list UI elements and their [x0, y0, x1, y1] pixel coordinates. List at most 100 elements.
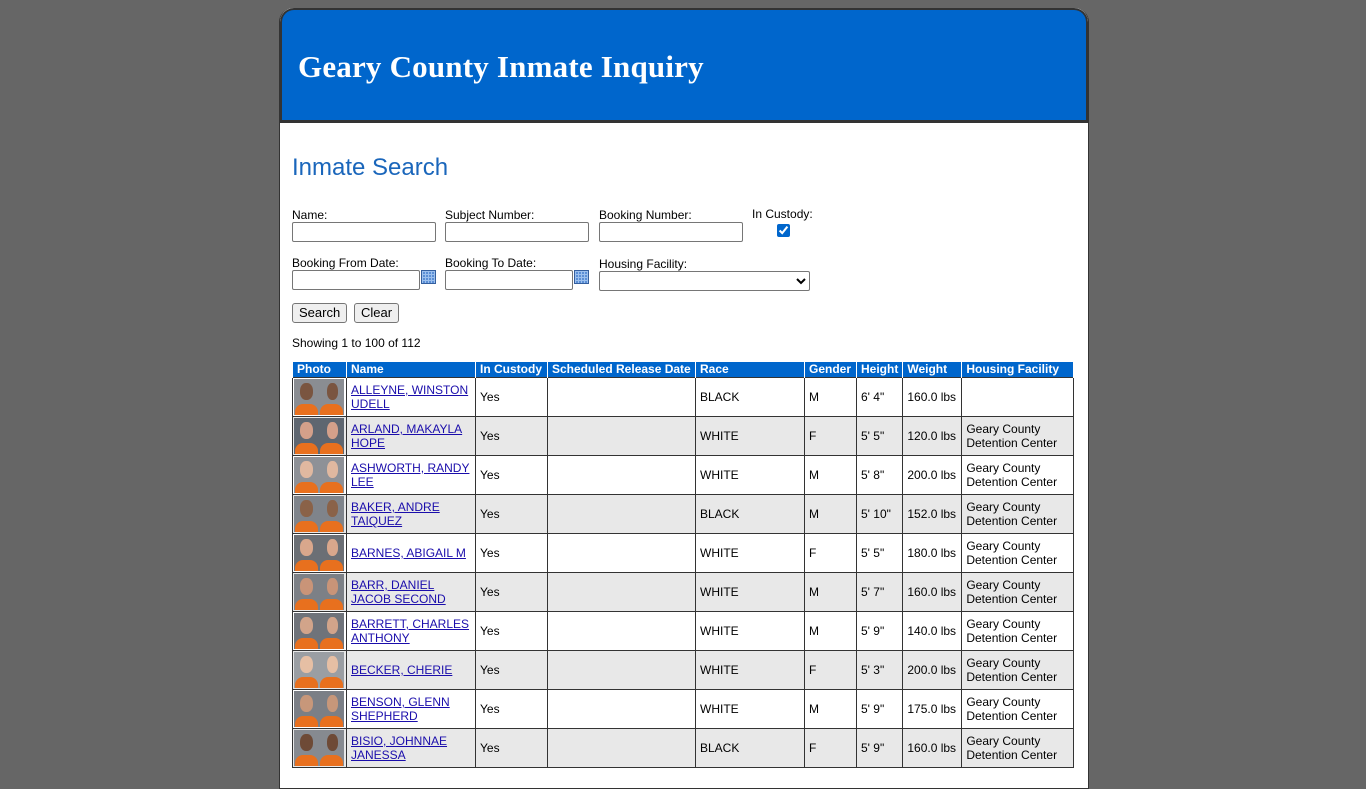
- results-table: Photo Name In Custody Scheduled Release …: [292, 361, 1074, 768]
- table-header-row: Photo Name In Custody Scheduled Release …: [292, 361, 1074, 378]
- calendar-to-icon[interactable]: [574, 270, 589, 284]
- in-custody-cell: Yes: [475, 650, 548, 690]
- page-header: Geary County Inmate Inquiry: [280, 8, 1088, 123]
- column-header: Gender: [804, 361, 857, 378]
- inmate-name-link[interactable]: BENSON, GLENN SHEPHERD: [351, 695, 450, 723]
- photo-cell: [292, 650, 347, 690]
- in-custody-cell: Yes: [475, 533, 548, 573]
- table-row: ASHWORTH, RANDY LEE Yes WHITE M 5' 8" 200.0 l…: [292, 455, 1074, 495]
- height-cell: 5' 9": [855, 728, 904, 768]
- release-date-cell: [547, 650, 696, 690]
- column-header: Scheduled Release Date: [547, 361, 696, 378]
- table-row: BARR, DANIEL JACOB SECOND Yes WHITE M 5' 7" 1…: [292, 572, 1074, 612]
- column-header: Name: [346, 361, 476, 378]
- housing-facility-field: Housing Facility:: [599, 257, 810, 291]
- mugshot-photo[interactable]: [294, 574, 344, 610]
- booking-from-field: Booking From Date:: [292, 256, 420, 290]
- in-custody-cell: Yes: [475, 572, 548, 612]
- in-custody-cell: Yes: [475, 377, 548, 417]
- housing-facility-cell: Geary County Detention Center: [961, 572, 1074, 612]
- in-custody-cell: Yes: [475, 494, 548, 534]
- table-row: BAKER, ANDRE TAIQUEZ Yes BLACK M 5' 10" 152.0…: [292, 494, 1074, 534]
- clear-button[interactable]: Clear: [354, 303, 400, 323]
- inmate-name-link[interactable]: ASHWORTH, RANDY LEE: [351, 461, 469, 489]
- release-date-cell: [547, 611, 696, 651]
- height-cell: 5' 5": [855, 416, 904, 456]
- height-cell: 5' 8": [855, 455, 904, 495]
- table-row: ARLAND, MAKAYLA HOPE Yes WHITE F 5' 5" 120.0 …: [292, 416, 1074, 456]
- photo-cell: [292, 455, 347, 495]
- booking-to-input[interactable]: [445, 270, 573, 290]
- subject-number-input[interactable]: [445, 222, 589, 242]
- weight-cell: 180.0 lbs: [902, 533, 963, 573]
- gender-cell: F: [804, 650, 857, 690]
- inmate-name-link[interactable]: BAKER, ANDRE TAIQUEZ: [351, 500, 440, 528]
- name-field: Name:: [292, 208, 436, 242]
- search-button[interactable]: Search: [292, 303, 348, 323]
- release-date-cell: [547, 533, 696, 573]
- mugshot-photo[interactable]: [294, 691, 344, 727]
- weight-cell: 160.0 lbs: [902, 377, 963, 417]
- race-cell: WHITE: [695, 533, 805, 573]
- housing-facility-cell: Geary County Detention Center: [961, 494, 1074, 534]
- name-cell: BISIO, JOHNNAE JANESSA: [346, 728, 476, 768]
- column-header: Height: [855, 361, 904, 378]
- mugshot-photo[interactable]: [294, 496, 344, 532]
- housing-facility-cell: Geary County Detention Center: [961, 650, 1074, 690]
- section-title: Inmate Search: [292, 154, 449, 181]
- name-input[interactable]: [292, 222, 436, 242]
- booking-from-input[interactable]: [292, 270, 420, 290]
- photo-cell: [292, 533, 347, 573]
- mugshot-photo[interactable]: [294, 613, 344, 649]
- photo-cell: [292, 416, 347, 456]
- mugshot-photo[interactable]: [294, 457, 344, 493]
- race-cell: BLACK: [695, 494, 805, 534]
- booking-to-label: Booking To Date:: [445, 256, 537, 270]
- mugshot-photo[interactable]: [294, 418, 344, 454]
- inmate-name-link[interactable]: BISIO, JOHNNAE JANESSA: [351, 734, 447, 762]
- release-date-cell: [547, 455, 696, 495]
- mugshot-photo[interactable]: [294, 730, 344, 766]
- in-custody-checkbox[interactable]: [777, 224, 790, 237]
- mugshot-photo[interactable]: [294, 535, 344, 571]
- booking-number-input[interactable]: [599, 222, 743, 242]
- column-header: Housing Facility: [961, 361, 1074, 378]
- weight-cell: 175.0 lbs: [902, 689, 963, 729]
- housing-facility-cell: Geary County Detention Center: [961, 455, 1074, 495]
- inmate-name-link[interactable]: BARRETT, CHARLES ANTHONY: [351, 617, 469, 645]
- column-header: Weight: [902, 361, 963, 378]
- housing-facility-select[interactable]: [599, 271, 810, 291]
- inmate-name-link[interactable]: ARLAND, MAKAYLA HOPE: [351, 422, 462, 450]
- weight-cell: 140.0 lbs: [902, 611, 963, 651]
- name-cell: ASHWORTH, RANDY LEE: [346, 455, 476, 495]
- mugshot-photo[interactable]: [294, 652, 344, 688]
- release-date-cell: [547, 689, 696, 729]
- mugshot-photo[interactable]: [294, 379, 344, 415]
- inmate-name-link[interactable]: BARNES, ABIGAIL M: [351, 546, 466, 560]
- housing-facility-cell: Geary County Detention Center: [961, 611, 1074, 651]
- race-cell: WHITE: [695, 572, 805, 612]
- calendar-from-icon[interactable]: [421, 270, 436, 284]
- name-cell: BENSON, GLENN SHEPHERD: [346, 689, 476, 729]
- height-cell: 5' 10": [855, 494, 904, 534]
- booking-from-label: Booking From Date:: [292, 256, 399, 270]
- table-row: BARRETT, CHARLES ANTHONY Yes WHITE M 5' 9" 14…: [292, 611, 1074, 651]
- inmate-name-link[interactable]: BECKER, CHERIE: [351, 663, 452, 677]
- gender-cell: F: [804, 533, 857, 573]
- height-cell: 6' 4": [855, 377, 904, 417]
- weight-cell: 200.0 lbs: [902, 650, 963, 690]
- inmate-name-link[interactable]: BARR, DANIEL JACOB SECOND: [351, 578, 446, 606]
- in-custody-cell: Yes: [475, 455, 548, 495]
- gender-cell: M: [804, 377, 857, 417]
- results-count: Showing 1 to 100 of 112: [292, 336, 421, 350]
- housing-facility-cell: Geary County Detention Center: [961, 728, 1074, 768]
- photo-cell: [292, 689, 347, 729]
- in-custody-cell: Yes: [475, 728, 548, 768]
- table-row: BENSON, GLENN SHEPHERD Yes WHITE M 5' 9" 175.…: [292, 689, 1074, 729]
- table-row: BARNES, ABIGAIL M Yes WHITE F 5' 5" 180.0 lbs…: [292, 533, 1074, 573]
- booking-to-field: Booking To Date:: [445, 256, 573, 290]
- release-date-cell: [547, 416, 696, 456]
- inmate-name-link[interactable]: ALLEYNE, WINSTON UDELL: [351, 383, 468, 411]
- housing-facility-cell: [961, 377, 1074, 417]
- table-row: BECKER, CHERIE Yes WHITE F 5' 3" 200.0 lbs Gea…: [292, 650, 1074, 690]
